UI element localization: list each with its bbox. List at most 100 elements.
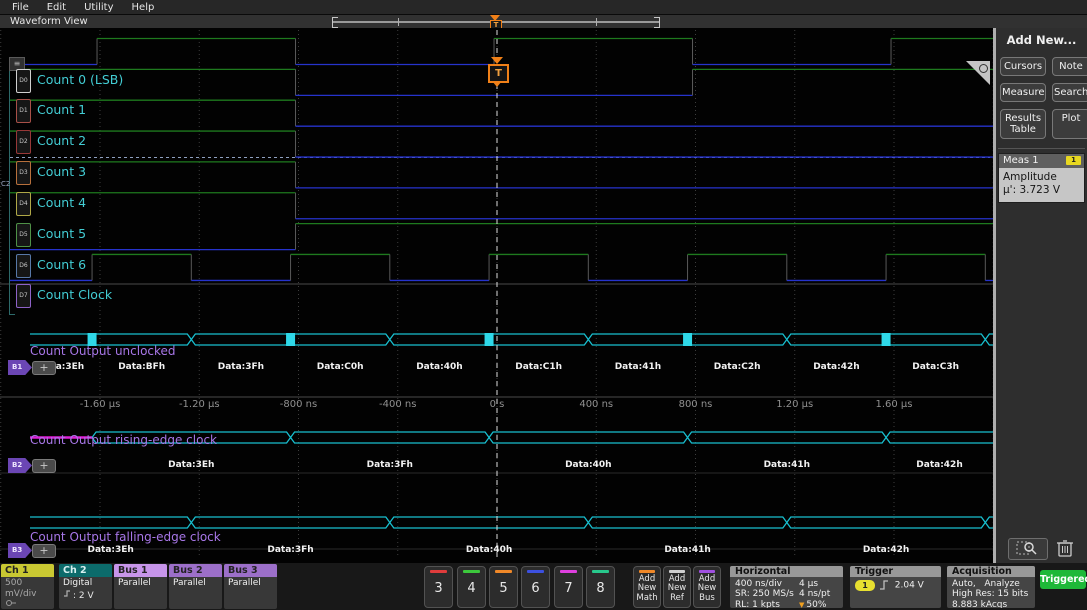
bus-label-B1[interactable]: Count Output unclocked — [30, 344, 176, 358]
channel-number-button-8[interactable]: 8 — [586, 566, 615, 608]
bus-segment-B1 — [191, 334, 290, 345]
channel-number-button-4[interactable]: 4 — [457, 566, 486, 608]
bus-label-B3[interactable]: Count Output falling-edge clock — [30, 530, 221, 544]
bus-add-button-B2[interactable]: + — [32, 459, 56, 473]
add-stripe — [699, 570, 715, 573]
bus-segment-value: Data:C1h — [489, 362, 588, 372]
channel-number-label: 3 — [425, 581, 452, 596]
bus-segment-B1 — [985, 334, 993, 345]
horizontal-cell: 4 ns/pt — [799, 589, 830, 599]
bus-transition-square — [286, 333, 295, 346]
bus-segment-B1 — [588, 334, 687, 345]
bus-segment-B3 — [787, 517, 986, 528]
channel-number-button-7[interactable]: 7 — [554, 566, 583, 608]
channel-badge-ch2[interactable]: Ch 2Digital: 2 V — [59, 564, 112, 609]
sidebar-button-note[interactable]: Note — [1052, 57, 1087, 76]
digital-badge-D5[interactable]: D5 — [16, 223, 31, 247]
sidebar-button-search[interactable]: Search — [1052, 83, 1087, 102]
trigger-title: Trigger — [850, 566, 941, 577]
channel-number-button-6[interactable]: 6 — [521, 566, 550, 608]
menu-item-file[interactable]: File — [12, 2, 29, 13]
trigger-arrow-icon[interactable] — [491, 57, 503, 64]
menu-item-help[interactable]: Help — [132, 2, 155, 13]
digital-badge-D4[interactable]: D4 — [16, 192, 31, 216]
digital-badge-D7[interactable]: D7 — [16, 284, 31, 308]
channel-badge-header: Bus 3 — [224, 564, 277, 577]
sidebar-button-measure[interactable]: Measure — [1000, 83, 1046, 102]
digital-label-D6[interactable]: Count 6 — [37, 257, 86, 272]
bus-segment-value: Data:42h — [886, 460, 993, 470]
bus-segment-value: Data:3Fh — [191, 545, 390, 555]
channel-number-button-5[interactable]: 5 — [489, 566, 518, 608]
measurement-badge[interactable]: Meas 1 1 Amplitude µ': 3.723 V — [998, 153, 1085, 203]
channel-badge-bus3[interactable]: Bus 3Parallel — [224, 564, 277, 609]
digital-badge-D3[interactable]: D3 — [16, 161, 31, 185]
channel-badge-bus2[interactable]: Bus 2Parallel — [169, 564, 222, 609]
digital-label-D2[interactable]: Count 2 — [37, 133, 86, 148]
bus-add-button-B3[interactable]: + — [32, 544, 56, 558]
bus-segment-value: Data:40h — [489, 460, 688, 470]
add-new-button[interactable]: Add New Math — [633, 566, 661, 608]
acquisition-row: Auto, Analyze — [952, 579, 1030, 589]
trash-button[interactable] — [1054, 538, 1076, 558]
waveform-view[interactable]: ≡ C2 D0Count 0 (LSB)D1Count 1D2Count 2D3… — [0, 28, 993, 563]
menu-item-edit[interactable]: Edit — [47, 2, 66, 13]
digital-label-D5[interactable]: Count 5 — [37, 226, 86, 241]
horizontal-cell: SR: 250 MS/s — [735, 589, 799, 599]
acquisition-panel[interactable]: Acquisition Auto, AnalyzeHigh Res: 15 bi… — [947, 566, 1035, 608]
draw-a-box-zoom-button[interactable] — [1008, 538, 1048, 560]
channel-badge-ch1[interactable]: Ch 1500 mV/div100 MHz Bw — [1, 564, 54, 609]
channel-color-stripe — [527, 570, 544, 573]
measurement-body: Amplitude µ': 3.723 V — [999, 168, 1084, 202]
record-view-right-bracket[interactable] — [654, 17, 660, 28]
bus-segment-B2 — [688, 432, 887, 443]
channel-badge-line: Parallel — [173, 578, 222, 589]
bottom-bar: Ch 1500 mV/div100 MHz BwCh 2Digital: 2 V… — [0, 563, 1087, 610]
channel-number-label: 8 — [587, 581, 614, 596]
add-new-button[interactable]: Add New Ref — [663, 566, 691, 608]
add-new-title: Add New... — [996, 33, 1087, 47]
trash-icon — [1054, 538, 1076, 558]
record-view-left-bracket[interactable] — [332, 17, 338, 28]
channel-badge-line: 500 mV/div — [5, 578, 54, 599]
channel-badge-header: Bus 1 — [114, 564, 167, 577]
sidebar-button-plot[interactable]: Plot — [1052, 109, 1087, 139]
digital-badge-D0[interactable]: D0 — [16, 69, 31, 93]
digital-badge-D6[interactable]: D6 — [16, 254, 31, 278]
channel-badge-body: 500 mV/div100 MHz Bw — [1, 577, 54, 609]
bus-label-B2[interactable]: Count Output rising-edge clock — [30, 433, 217, 447]
sidebar: Add New... Cursors Note Measure Search Resul… — [996, 28, 1087, 563]
acquisition-row: High Res: 15 bits — [952, 589, 1030, 599]
digital-label-D4[interactable]: Count 4 — [37, 195, 86, 210]
channel-number-button-3[interactable]: 3 — [424, 566, 453, 608]
sidebar-button-cursors[interactable]: Cursors — [1000, 57, 1046, 76]
tab-waveform-view[interactable]: Waveform View — [10, 16, 88, 27]
bus-segment-value: Data:3Eh — [92, 460, 291, 470]
bus-segment-B2 — [489, 432, 688, 443]
digital-label-D1[interactable]: Count 1 — [37, 102, 86, 117]
digital-label-D7[interactable]: Count Clock — [37, 287, 112, 302]
digital-label-D0[interactable]: Count 0 (LSB) — [37, 72, 123, 87]
bus-segment-B3 — [390, 517, 589, 528]
oscilloscope-app: FileEditUtilityHelp Waveform View T ≡ C2… — [0, 0, 1087, 610]
bus-add-button-B1[interactable]: + — [32, 361, 56, 375]
bus-segment-B1 — [688, 334, 787, 345]
measurement-source-badge: 1 — [1066, 156, 1081, 165]
channel-badge-bus1[interactable]: Bus 1Parallel — [114, 564, 167, 609]
add-new-button[interactable]: Add New Bus — [693, 566, 721, 608]
menu-item-utility[interactable]: Utility — [84, 2, 113, 13]
time-axis-label: 1.60 µs — [859, 399, 929, 410]
record-view-bar[interactable]: T — [332, 15, 660, 28]
horizontal-title: Horizontal — [730, 566, 843, 577]
bus-segment-B1 — [787, 334, 886, 345]
trigger-panel[interactable]: Trigger 1 2.04 V — [850, 566, 941, 608]
horizontal-panel[interactable]: Horizontal 400 ns/div4 µsSR: 250 MS/s4 n… — [730, 566, 843, 608]
sidebar-button-results-table[interactable]: Results Table — [1000, 109, 1046, 139]
digital-badge-D2[interactable]: D2 — [16, 130, 31, 154]
digital-badge-D1[interactable]: D1 — [16, 99, 31, 123]
menu-bar: File Edit Utility Help — [0, 0, 1087, 15]
bus-segment-B2 — [291, 432, 490, 443]
channel-badge-line: Digital — [63, 578, 112, 589]
add-stripe — [669, 570, 685, 573]
digital-label-D3[interactable]: Count 3 — [37, 164, 86, 179]
